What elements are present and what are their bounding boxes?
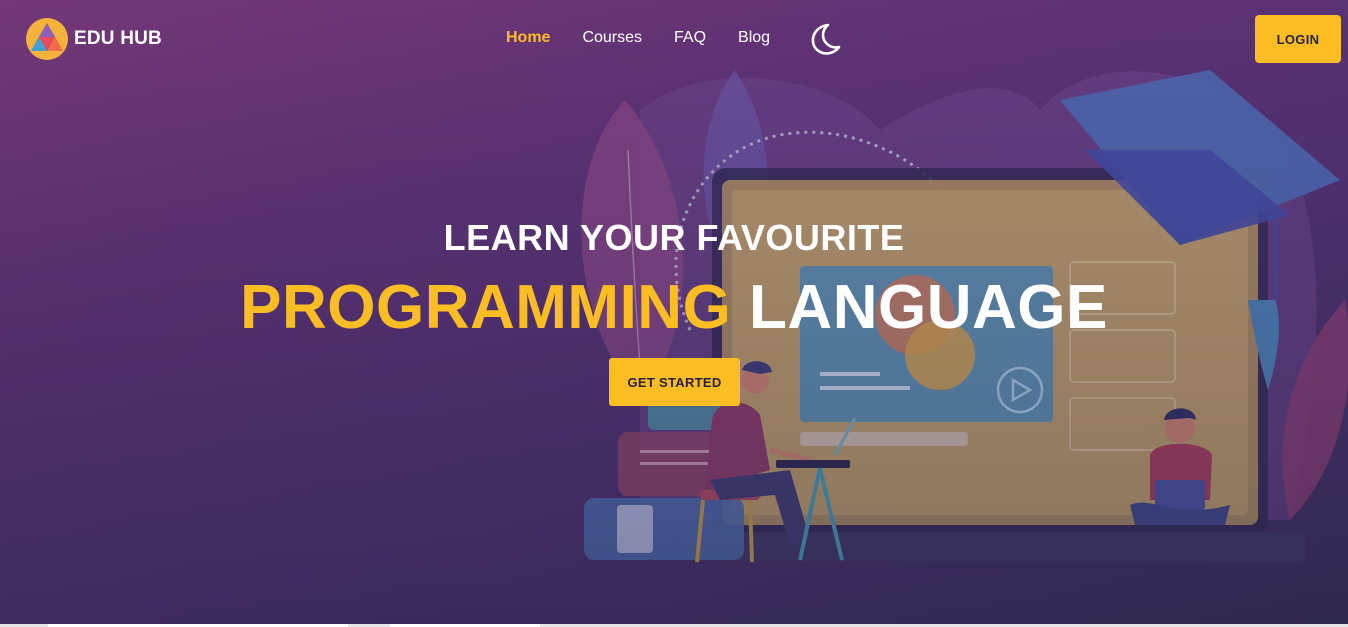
get-started-button[interactable]: GET STARTED bbox=[609, 358, 740, 406]
nav-item-faq[interactable]: FAQ bbox=[674, 28, 706, 48]
brand-logo[interactable]: EDU HUB bbox=[24, 17, 162, 61]
tricolor-triangle-logo-icon bbox=[26, 18, 68, 60]
brand-name: EDU HUB bbox=[74, 28, 162, 49]
hero-headline: LEARN YOUR FAVOURITE bbox=[443, 217, 905, 258]
top-navbar: EDU HUB Home Courses FAQ Blog LOGIN bbox=[0, 0, 1348, 78]
login-button[interactable]: LOGIN bbox=[1255, 15, 1341, 63]
hero-subheadline-highlight: PROGRAMMING bbox=[240, 273, 732, 342]
nav-item-blog[interactable]: Blog bbox=[738, 28, 770, 48]
hero-subheadline: PROGRAMMING LANGUAGE bbox=[0, 272, 1348, 343]
main-menu: Home Courses FAQ Blog bbox=[506, 28, 802, 48]
hero-subheadline-rest: LANGUAGE bbox=[749, 273, 1108, 342]
moon-icon[interactable] bbox=[806, 21, 842, 57]
nav-item-home[interactable]: Home bbox=[506, 28, 550, 48]
nav-item-courses[interactable]: Courses bbox=[582, 28, 642, 48]
